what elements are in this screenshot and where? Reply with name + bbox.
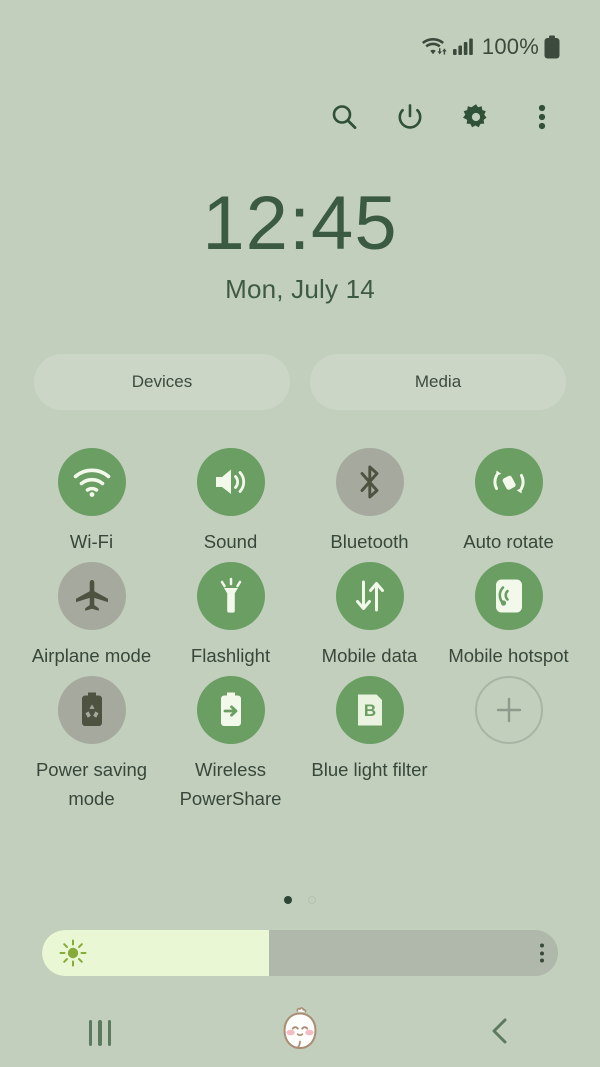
page-dot-active[interactable] — [284, 896, 292, 904]
tile-blue-light-filter[interactable]: B Blue light filter — [300, 676, 439, 813]
tile-label: Airplane mode — [31, 645, 152, 666]
power-saving-icon — [57, 676, 126, 744]
add-tile-icon — [474, 676, 543, 744]
tile-bluetooth[interactable]: Bluetooth — [300, 448, 439, 556]
tile-wireless-powershare[interactable]: Wireless PowerShare — [161, 676, 300, 813]
power-icon[interactable] — [390, 97, 430, 137]
flashlight-icon — [196, 562, 265, 630]
battery-percent-label: 100% — [481, 34, 539, 59]
brightness-track[interactable] — [42, 930, 558, 976]
search-icon[interactable] — [324, 97, 364, 137]
sound-icon — [196, 448, 265, 516]
tile-label: Power saving mode — [35, 759, 148, 809]
status-icons: 100% — [421, 34, 560, 60]
media-button[interactable]: Media — [310, 354, 566, 410]
wifi-data-icon — [421, 36, 448, 58]
tile-mobile-hotspot[interactable]: Mobile hotspot — [439, 562, 578, 670]
battery-full-icon — [544, 35, 560, 59]
svg-text:B: B — [363, 701, 375, 720]
brightness-options-icon[interactable] — [540, 943, 544, 963]
nav-back-button[interactable] — [400, 999, 600, 1067]
tile-auto-rotate[interactable]: Auto rotate — [439, 448, 578, 556]
quick-settings-grid: Wi-Fi Sound Bluetooth Auto rotate Airpla… — [22, 448, 578, 813]
status-bar: 100% — [0, 0, 600, 86]
tile-label: Mobile hotspot — [448, 645, 569, 666]
brightness-slider[interactable] — [42, 930, 558, 976]
airplane-icon — [57, 562, 126, 630]
brightness-sun-icon — [58, 938, 88, 968]
tile-label: Blue light filter — [311, 759, 428, 780]
mobile-data-icon — [335, 562, 404, 630]
tile-label: Auto rotate — [463, 531, 554, 552]
tile-airplane-mode[interactable]: Airplane mode — [22, 562, 161, 670]
tile-sound[interactable]: Sound — [161, 448, 300, 556]
overflow-menu-icon[interactable] — [522, 97, 562, 137]
tile-label: Wi-Fi — [69, 531, 114, 552]
tile-mobile-data[interactable]: Mobile data — [300, 562, 439, 670]
auto-rotate-icon — [474, 448, 543, 516]
tile-add-button[interactable] — [439, 676, 578, 813]
clock-block[interactable]: 12:45 Mon, July 14 — [0, 182, 600, 305]
clock-date: Mon, July 14 — [225, 274, 375, 304]
cellular-signal-icon — [452, 36, 473, 58]
tile-label: Sound — [203, 531, 258, 552]
wifi-icon — [57, 448, 126, 516]
page-dot-inactive[interactable] — [308, 896, 316, 904]
devices-button[interactable]: Devices — [34, 354, 290, 410]
tile-flashlight[interactable]: Flashlight — [161, 562, 300, 670]
recents-icon — [88, 1020, 112, 1046]
tile-label: Mobile data — [321, 645, 418, 666]
clock-time: 12:45 — [202, 181, 398, 266]
tile-power-saving-mode[interactable]: Power saving mode — [22, 676, 161, 813]
bluetooth-icon — [335, 448, 404, 516]
power-share-icon — [196, 676, 265, 744]
mobile-hotspot-icon — [474, 562, 543, 630]
back-chevron-icon — [487, 1016, 513, 1051]
quick-panel-toolbar — [0, 88, 600, 146]
tile-label: Flashlight — [190, 645, 271, 666]
panel-pills: Devices Media — [34, 354, 566, 410]
home-character-icon — [275, 1005, 325, 1062]
nav-home-button[interactable] — [200, 999, 400, 1067]
page-indicator — [0, 896, 600, 904]
gear-icon[interactable] — [456, 97, 496, 137]
tile-label: Bluetooth — [330, 531, 409, 552]
tile-wifi[interactable]: Wi-Fi — [22, 448, 161, 556]
nav-recents-button[interactable] — [0, 999, 200, 1067]
tile-label: Wireless PowerShare — [179, 759, 282, 809]
blue-light-filter-icon: B — [335, 676, 404, 744]
navigation-bar — [0, 999, 600, 1067]
